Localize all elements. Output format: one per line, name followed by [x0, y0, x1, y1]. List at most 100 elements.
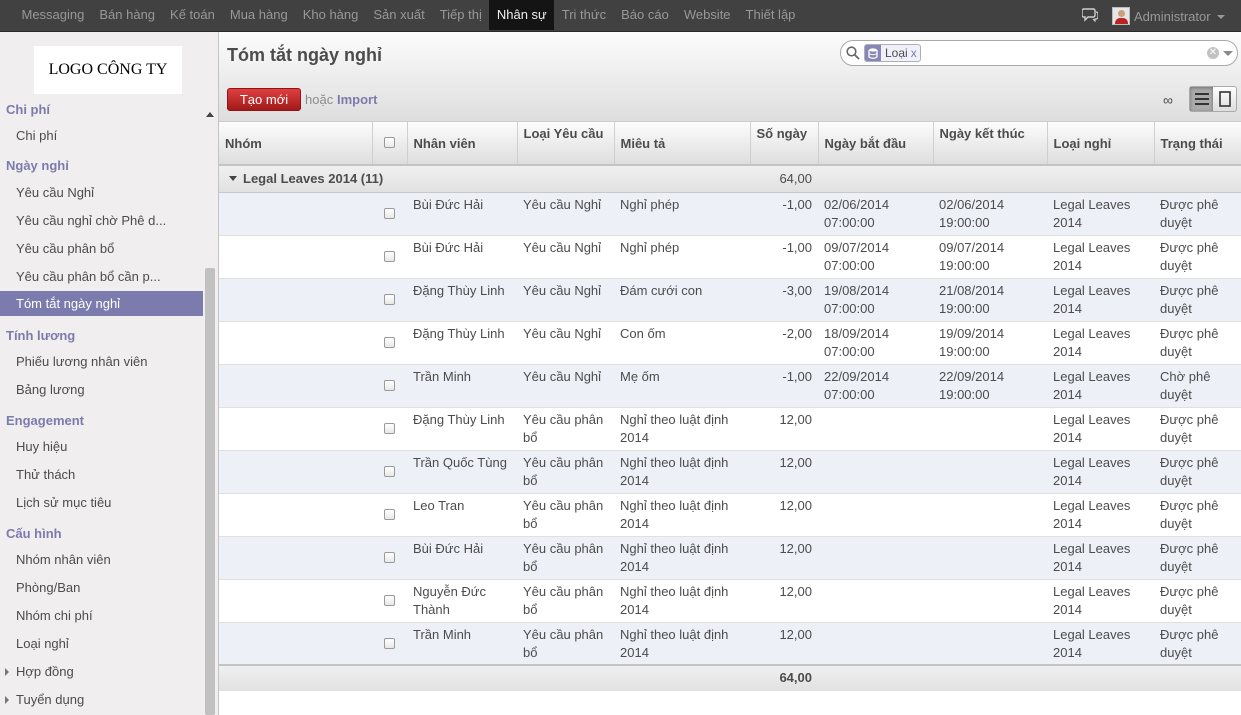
cell-leave-type: Legal Leaves 2014	[1047, 321, 1154, 365]
cell-description: Nghỉ theo luật định 2014	[614, 407, 750, 451]
cell-status: Được phê duyệt	[1154, 536, 1241, 580]
sidebar-item-allocation-requests[interactable]: Yêu cầu phân bổ	[0, 236, 203, 261]
sidebar-item-expenses[interactable]: Chi phí	[0, 123, 203, 148]
clear-search-icon[interactable]: ✕	[1207, 47, 1219, 59]
cell-leave-type: Legal Leaves 2014	[1047, 536, 1154, 580]
column-header-group[interactable]: Nhóm	[219, 122, 373, 166]
top-navbar: Messaging Bán hàng Kế toán Mua hàng Kho …	[0, 0, 1241, 32]
sidebar-item-allocations-to-approve[interactable]: Yêu cầu phân bổ cần p...	[0, 264, 203, 289]
sidebar-item-challenges[interactable]: Thử thách	[0, 462, 203, 487]
search-options-caret-icon[interactable]	[1223, 51, 1233, 56]
table-row[interactable]: Trần Quốc Tùng Yêu cầu phân bổ Nghỉ theo l…	[219, 450, 1241, 494]
row-checkbox[interactable]	[384, 337, 395, 348]
row-checkbox[interactable]	[384, 466, 395, 477]
search-input[interactable]: Loại x ✕	[840, 40, 1238, 66]
sidebar-item-badges[interactable]: Huy hiệu	[0, 434, 203, 459]
table-row[interactable]: Bùi Đức Hải Yêu cầu phân bổ Nghỉ theo luật…	[219, 536, 1241, 580]
sidebar-scrollbar[interactable]	[203, 96, 217, 715]
cell-request-type: Yêu cầu Nghỉ	[517, 235, 614, 279]
row-checkbox[interactable]	[384, 423, 395, 434]
row-checkbox[interactable]	[384, 637, 395, 649]
sidebar-item-payslips[interactable]: Phiếu lương nhân viên	[0, 349, 203, 374]
table-row[interactable]: Nguyễn Đức Thành Yêu cầu phân bổ Nghỉ theo…	[219, 579, 1241, 623]
top-menu-knowledge[interactable]: Tri thức	[554, 0, 613, 30]
table-row[interactable]: Đặng Thùy Linh Yêu cầu Nghỉ Con ốm -2,00 18/…	[219, 321, 1241, 365]
row-checkbox[interactable]	[384, 552, 395, 563]
group-row[interactable]: Legal Leaves 2014 (11) 64,00	[219, 165, 1241, 193]
column-header-end-date[interactable]: Ngày kết thúc	[933, 122, 1048, 166]
cell-group	[219, 278, 372, 322]
facet-remove-button[interactable]: x	[911, 46, 920, 60]
pager-limit-icon[interactable]: ∞	[1163, 92, 1173, 108]
scroll-up-icon[interactable]	[206, 112, 214, 117]
cell-status: Được phê duyệt	[1154, 407, 1241, 451]
chat-icon[interactable]	[1082, 8, 1098, 22]
scrollbar-thumb[interactable]	[205, 268, 215, 715]
column-header-request-type[interactable]: Loại Yêu cầu	[517, 122, 615, 166]
sidebar-section-leaves: Ngày nghỉ	[6, 158, 69, 173]
column-header-description[interactable]: Miêu tả	[614, 122, 751, 166]
select-all-checkbox-cell	[372, 122, 408, 166]
list-view-button[interactable]	[1190, 87, 1213, 111]
top-menu-accounting[interactable]: Kế toán	[163, 0, 223, 30]
top-menu-hr[interactable]: Nhân sự	[489, 0, 555, 30]
sidebar-item-leaves-summary[interactable]: Tóm tắt ngày nghỉ	[0, 291, 203, 316]
select-all-checkbox[interactable]	[384, 136, 395, 148]
row-checkbox[interactable]	[384, 595, 395, 606]
form-view-button[interactable]	[1213, 87, 1236, 111]
cell-leave-type: Legal Leaves 2014	[1047, 364, 1154, 408]
top-menu-marketing[interactable]: Tiếp thị	[432, 0, 489, 30]
table-row[interactable]: Leo Tran Yêu cầu phân bổ Nghỉ theo luật đị…	[219, 493, 1241, 537]
cell-leave-type: Legal Leaves 2014	[1047, 493, 1154, 537]
sidebar-item-contracts[interactable]: Hợp đồng	[0, 659, 203, 684]
top-menu-purchase[interactable]: Mua hàng	[222, 0, 295, 30]
sidebar-item-leave-types[interactable]: Loại nghỉ	[0, 631, 203, 656]
search-facet-value: Loại	[885, 46, 908, 60]
row-checkbox-cell	[372, 364, 407, 408]
import-link[interactable]: Import	[337, 92, 377, 107]
column-header-days[interactable]: Số ngày	[750, 122, 819, 166]
column-header-employee[interactable]: Nhân viên	[407, 122, 518, 166]
sidebar-item-leave-requests[interactable]: Yêu cầu Nghỉ	[0, 180, 203, 205]
collapse-triangle-icon[interactable]	[229, 176, 237, 182]
search-facet[interactable]: Loại x	[864, 44, 921, 62]
cell-days: 12,00	[750, 536, 818, 580]
row-checkbox[interactable]	[384, 509, 395, 520]
table-row[interactable]: Bùi Đức Hải Yêu cầu Nghỉ Nghỉ phép -1,00 02/…	[219, 192, 1241, 236]
row-checkbox[interactable]	[384, 294, 395, 305]
top-menu-manufacturing[interactable]: Sản xuất	[366, 0, 432, 30]
top-menu-messaging[interactable]: Messaging	[14, 0, 92, 30]
user-menu[interactable]: Administrator	[1112, 6, 1225, 26]
cell-days: -1,00	[750, 192, 818, 236]
create-button[interactable]: Tạo mới	[227, 88, 301, 111]
top-menu-website[interactable]: Website	[676, 0, 738, 30]
group-days-total: 64,00	[750, 165, 818, 193]
cell-request-type: Yêu cầu Nghỉ	[517, 321, 614, 365]
sidebar-item-payroll-sheet[interactable]: Bảng lương	[0, 377, 203, 402]
cell-employee: Trần Minh	[407, 622, 517, 666]
column-header-leave-type[interactable]: Loại nghỉ	[1047, 122, 1155, 166]
table-row[interactable]: Đặng Thùy Linh Yêu cầu Nghỉ Đám cưới con -3…	[219, 278, 1241, 322]
top-menu-warehouse[interactable]: Kho hàng	[295, 0, 366, 30]
table-row[interactable]: Đặng Thùy Linh Yêu cầu phân bổ Nghỉ theo l…	[219, 407, 1241, 451]
row-checkbox[interactable]	[384, 251, 395, 262]
row-checkbox[interactable]	[384, 380, 395, 391]
table-row[interactable]: Trần Minh Yêu cầu phân bổ Nghỉ theo luật đ…	[219, 622, 1241, 666]
total-row: 64,00	[219, 664, 1241, 691]
column-header-status[interactable]: Trạng thái	[1154, 122, 1241, 166]
column-header-start-date[interactable]: Ngày bắt đầu	[818, 122, 934, 166]
top-menu-sales[interactable]: Bán hàng	[92, 0, 163, 30]
top-menu-settings[interactable]: Thiết lập	[738, 0, 803, 30]
sidebar-item-leaves-to-approve[interactable]: Yêu cầu nghỉ chờ Phê d...	[0, 208, 203, 233]
table-row[interactable]: Bùi Đức Hải Yêu cầu Nghỉ Nghỉ phép -1,00 09/…	[219, 235, 1241, 279]
cell-leave-type: Legal Leaves 2014	[1047, 278, 1154, 322]
row-checkbox[interactable]	[384, 208, 395, 219]
table-row[interactable]: Trần Minh Yêu cầu Nghỉ Mẹ ốm -1,00 22/09/201…	[219, 364, 1241, 408]
top-menu-reporting[interactable]: Báo cáo	[614, 0, 677, 30]
sidebar-item-expense-categories[interactable]: Nhóm chi phí	[0, 603, 203, 628]
sidebar-item-recruitment[interactable]: Tuyển dụng	[0, 687, 203, 712]
sidebar-item-departments[interactable]: Phòng/Ban	[0, 575, 203, 600]
sidebar-item-goal-history[interactable]: Lịch sử mục tiêu	[0, 490, 203, 515]
sidebar-item-employee-categories[interactable]: Nhóm nhân viên	[0, 547, 203, 572]
row-checkbox-cell	[372, 536, 407, 580]
